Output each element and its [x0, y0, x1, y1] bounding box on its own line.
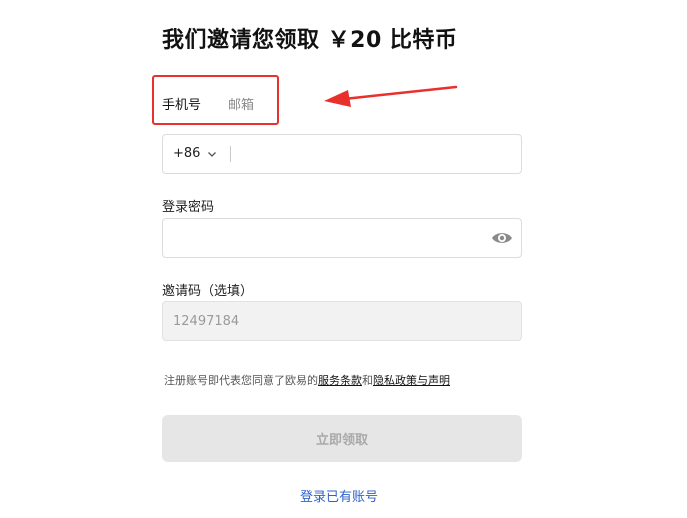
country-code-value: +86 [173, 146, 201, 161]
page-title: 我们邀请您领取 ￥20 比特币 [162, 28, 458, 53]
terms-text: 注册账号即代表您同意了欧易的服务条款和隐私政策与声明 [164, 372, 450, 388]
terms-prefix: 注册账号即代表您同意了欧易的 [164, 374, 318, 387]
country-code-select[interactable]: +86 [173, 146, 217, 161]
chevron-down-icon [208, 151, 217, 157]
terms-of-service-link[interactable]: 服务条款 [318, 374, 362, 387]
claim-button[interactable]: 立即领取 [162, 415, 522, 462]
login-link[interactable]: 登录已有账号 [300, 486, 378, 505]
invite-code-input[interactable]: 12497184 [162, 301, 522, 341]
red-arrow-annotation [324, 85, 458, 107]
annotation-highlight-box [152, 75, 279, 125]
invite-code-value: 12497184 [173, 314, 240, 329]
phone-input[interactable]: +86 [162, 134, 522, 174]
terms-mid: 和 [362, 374, 373, 387]
input-divider [230, 146, 231, 162]
password-input[interactable] [162, 218, 522, 258]
eye-icon[interactable] [491, 229, 513, 247]
invite-code-label: 邀请码（选填） [162, 284, 254, 299]
password-label: 登录密码 [162, 200, 215, 215]
privacy-policy-link[interactable]: 隐私政策与声明 [373, 374, 450, 387]
